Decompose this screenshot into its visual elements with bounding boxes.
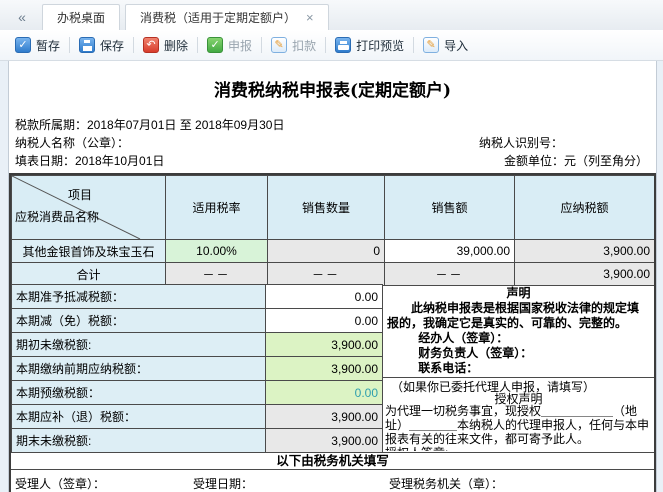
declaration-column: 声明 此纳税申报表是根据国家税收法律的规定填报的，我确定它是真实的、可靠的、完整… — [383, 284, 654, 452]
summary-label: 期末未缴税额: — [12, 429, 266, 453]
form-panel: 消费税纳税申报表(定期定额户) 税款所属期：2018年07月01日 至 2018… — [8, 61, 657, 492]
fill-date-line: 填表日期：2018年10月01日 — [15, 152, 164, 169]
summary-value-exempt[interactable]: 0.00 — [266, 309, 383, 333]
table-row-total: 合计 －－ －－ －－ 3,900.00 — [12, 263, 655, 286]
button-label: 暂存 — [36, 37, 60, 54]
column-header-quantity: 销售数量 — [268, 176, 385, 240]
summary-label: 本期缴纳前期应纳税额： — [12, 357, 266, 381]
summary-row: 本期准予抵减税额： 0.00 — [12, 285, 383, 309]
cell-quantity: 0 — [268, 240, 385, 263]
summary-section: 本期准予抵减税额： 0.00 本期减（免）税额： 0.00 期初未缴税额: 3,… — [11, 284, 654, 452]
delete-icon: ↶ — [143, 37, 159, 53]
save-draft-icon: ✓ — [15, 37, 31, 53]
save-button[interactable]: 保存 — [70, 37, 133, 54]
summary-row: 本期减（免）税额： 0.00 — [12, 309, 383, 333]
declaration-body: 此纳税申报表是根据国家税收法律的规定填报的，我确定它是真实的、可靠的、完整的。 — [387, 301, 650, 331]
summary-label: 本期应补（退）税额： — [12, 405, 266, 429]
summary-label: 本期预缴税额： — [12, 381, 266, 405]
import-button[interactable]: ✎ 导入 — [414, 37, 477, 54]
cell-total-quantity: －－ — [268, 263, 385, 286]
print-preview-icon — [335, 37, 351, 53]
column-header-sales: 销售额 — [385, 176, 515, 240]
button-label: 扣款 — [292, 37, 316, 54]
tax-period-line: 税款所属期：2018年07月01日 至 2018年09月30日 — [15, 116, 284, 133]
accept-office-label: 受理税务机关（章）： — [389, 475, 503, 492]
accept-date-label: 受理日期： — [193, 475, 253, 492]
handler-signature-label: 经办人（签章）： — [387, 331, 650, 346]
summary-label: 本期准予抵减税额： — [12, 285, 266, 309]
summary-label: 期初未缴税额: — [12, 333, 266, 357]
button-label: 删除 — [164, 37, 188, 54]
authorizer-signature-label: 授权人签章: — [385, 446, 652, 451]
import-icon: ✎ — [423, 37, 439, 53]
declaration-title: 声明 — [387, 286, 650, 301]
summary-row: 本期预缴税额： 0.00 — [12, 381, 383, 405]
button-label: 打印预览 — [356, 37, 404, 54]
summary-value-payable-refund: 3,900.00 — [266, 405, 383, 429]
tab-bar: « 办税桌面 消费税（适用于定期定额户） × — [0, 0, 663, 31]
authorization-box: （如果你已委托代理人申报，请填写） 授权声明 为代理一切税务事宜，现授权＿＿＿＿… — [383, 378, 654, 451]
tab-tax-desktop[interactable]: 办税桌面 — [42, 4, 120, 30]
corner-label-item: 项目 — [68, 186, 92, 203]
summary-value-paid-prior: 3,900.00 — [266, 357, 383, 381]
cell-sales-amount[interactable]: 39,000.00 — [385, 240, 515, 263]
authorization-body: 为代理一切税务事宜，现授权＿＿＿＿＿＿（地址）＿＿＿＿本纳税人的代理申报人，任何… — [385, 404, 652, 446]
cell-goods-name: 其他金银首饰及珠宝玉石 — [12, 240, 166, 263]
button-label: 申报 — [228, 37, 252, 54]
summary-row: 期初未缴税额: 3,900.00 — [12, 333, 383, 357]
declaration-box: 声明 此纳税申报表是根据国家税收法律的规定填报的，我确定它是真实的、可靠的、完整… — [383, 284, 654, 378]
tax-office-header: 以下由税务机关填写 — [11, 452, 654, 470]
unit-line: 金额单位：元（列至角分） — [504, 152, 648, 169]
save-icon — [79, 37, 95, 53]
column-header-rate: 适用税率 — [166, 176, 268, 240]
column-header-tax: 应纳税额 — [515, 176, 655, 240]
corner-header-cell: 项目 应税消费品名称 — [12, 176, 166, 240]
table-row: 其他金银首饰及珠宝玉石 10.00% 0 39,000.00 3,900.00 — [12, 240, 655, 263]
tax-items-table: 项目 应税消费品名称 适用税率 销售数量 销售额 应纳税额 其他金银首饰及珠宝玉… — [11, 175, 655, 286]
tab-label: 办税桌面 — [57, 9, 105, 26]
close-icon[interactable]: × — [306, 11, 314, 24]
finance-officer-label: 财务负责人（签章）： — [387, 346, 650, 361]
cell-total-rate: －－ — [166, 263, 268, 286]
tab-consumption-tax[interactable]: 消费税（适用于定期定额户） × — [125, 4, 329, 30]
summary-row: 期末未缴税额: 3,900.00 — [12, 429, 383, 453]
acceptor-label: 受理人（签章）： — [15, 475, 105, 492]
taxpayer-id-label: 纳税人识别号： — [479, 134, 563, 151]
cell-tax-rate: 10.00% — [166, 240, 268, 263]
temp-save-button[interactable]: ✓ 暂存 — [6, 37, 69, 54]
deduct-button[interactable]: ✎ 扣款 — [262, 37, 325, 54]
cell-total-tax: 3,900.00 — [515, 263, 655, 286]
collapse-tabs-icon[interactable]: « — [8, 6, 36, 28]
cell-total-label: 合计 — [12, 263, 166, 286]
taxpayer-name-label: 纳税人名称（公章）： — [15, 134, 129, 151]
cell-tax-amount: 3,900.00 — [515, 240, 655, 263]
corner-label-goods: 应税消费品名称 — [15, 208, 99, 225]
print-preview-button[interactable]: 打印预览 — [326, 37, 413, 54]
toolbar: ✓ 暂存 保存 ↶ 删除 ✓ 申报 ✎ 扣款 打印预览 ✎ 导入 — [0, 30, 663, 61]
declare-button[interactable]: ✓ 申报 — [198, 37, 261, 54]
summary-value-deductible[interactable]: 0.00 — [266, 285, 383, 309]
summary-row: 本期应补（退）税额： 3,900.00 — [12, 405, 383, 429]
summary-row: 本期缴纳前期应纳税额： 3,900.00 — [12, 357, 383, 381]
page-title: 消费税纳税申报表(定期定额户) — [9, 76, 656, 101]
tab-label: 消费税（适用于定期定额户） — [140, 9, 296, 26]
summary-value-opening-unpaid: 3,900.00 — [266, 333, 383, 357]
tax-office-row: 受理人（签章）： 受理日期： 受理税务机关（章）： — [11, 471, 654, 492]
button-label: 保存 — [100, 37, 124, 54]
summary-value-ending-unpaid: 3,900.00 — [266, 429, 383, 453]
summary-table: 本期准予抵减税额： 0.00 本期减（免）税额： 0.00 期初未缴税额: 3,… — [11, 284, 383, 452]
deduct-icon: ✎ — [271, 37, 287, 53]
contact-phone-label: 联系电话： — [387, 361, 650, 376]
cell-total-sales: －－ — [385, 263, 515, 286]
button-label: 导入 — [444, 37, 468, 54]
declaration-table-frame: 项目 应税消费品名称 适用税率 销售数量 销售额 应纳税额 其他金银首饰及珠宝玉… — [9, 173, 656, 492]
declare-icon: ✓ — [207, 37, 223, 53]
summary-label: 本期减（免）税额： — [12, 309, 266, 333]
delete-button[interactable]: ↶ 删除 — [134, 37, 197, 54]
summary-value-prepaid[interactable]: 0.00 — [266, 381, 383, 405]
